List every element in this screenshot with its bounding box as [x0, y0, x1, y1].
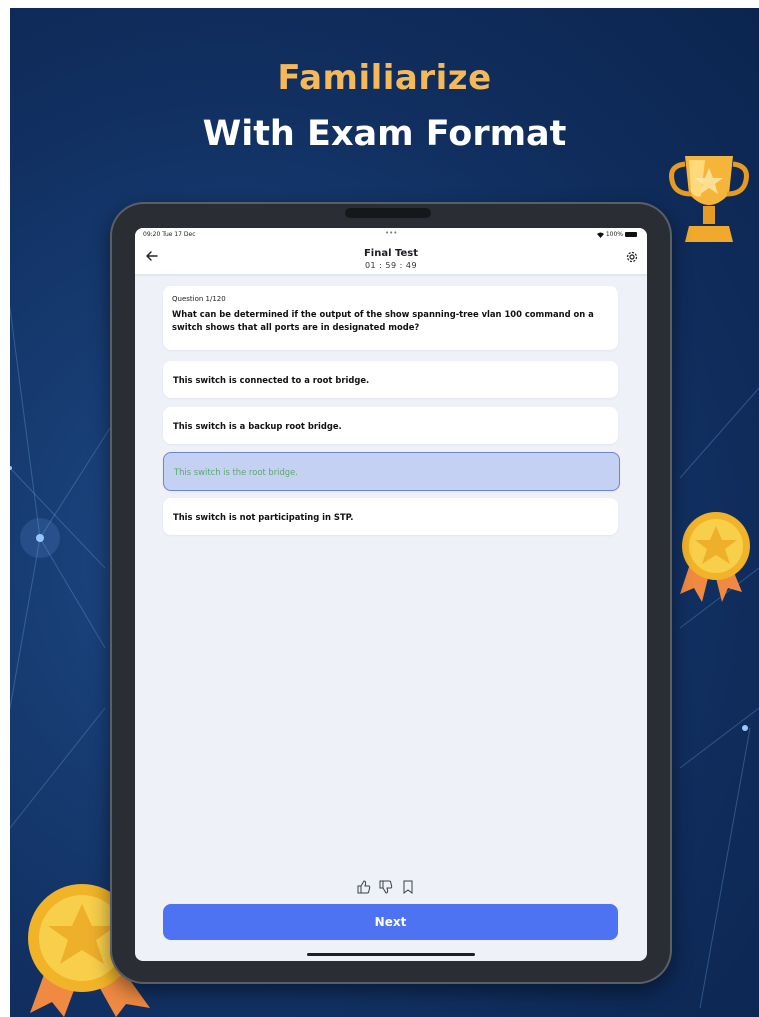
- answer-option[interactable]: This switch is not participating in STP.: [163, 498, 618, 535]
- question-card: Question 1/120 What can be determined if…: [163, 286, 618, 350]
- status-right: 100%: [596, 231, 637, 238]
- question-number: Question 1/120: [172, 295, 226, 303]
- answer-option-label: This switch is connected to a root bridg…: [173, 374, 370, 385]
- medal-icon: [680, 512, 750, 602]
- thumbs-up-icon[interactable]: [357, 880, 371, 894]
- home-indicator: [307, 953, 475, 956]
- answer-option[interactable]: This switch is a backup root bridge.: [163, 407, 618, 444]
- page-title: Final Test: [363, 248, 419, 259]
- headline-highlight: Familiarize: [277, 58, 492, 98]
- trophy-icon: [669, 156, 749, 242]
- answer-option-label: This switch is the root bridge.: [174, 466, 298, 477]
- wifi-icon: [596, 232, 604, 238]
- answer-option-label: This switch is not participating in STP.: [173, 511, 354, 522]
- status-dots: •••: [385, 229, 398, 237]
- gear-icon[interactable]: [625, 250, 639, 264]
- status-bar: 09:20 Tue 17 Dec ••• 100%: [135, 228, 647, 240]
- thumbs-down-icon[interactable]: [379, 880, 393, 894]
- promo-poster: Familiarize With Exam Format 09:20 Tue 1…: [10, 8, 759, 1017]
- next-button[interactable]: Next: [163, 904, 618, 940]
- tablet-frame: 09:20 Tue 17 Dec ••• 100% Final Test 01 …: [110, 202, 672, 984]
- feedback-actions: [357, 880, 415, 894]
- battery-icon: [625, 232, 637, 237]
- camera-bar: [345, 208, 431, 218]
- bookmark-icon[interactable]: [401, 880, 415, 894]
- exam-timer: 01 : 59 : 49: [364, 261, 418, 270]
- nav-bar: Final Test 01 : 59 : 49: [135, 240, 647, 276]
- answer-option-selected[interactable]: This switch is the root bridge.: [163, 452, 620, 491]
- answer-option-label: This switch is a backup root bridge.: [173, 420, 342, 431]
- status-time: 09:20 Tue 17 Dec: [143, 231, 196, 238]
- question-text: What can be determined if the output of …: [172, 309, 594, 332]
- headline-subtitle: With Exam Format: [202, 114, 567, 154]
- app-screen: 09:20 Tue 17 Dec ••• 100% Final Test 01 …: [135, 228, 647, 961]
- battery-percent: 100%: [605, 231, 623, 238]
- answer-option[interactable]: This switch is connected to a root bridg…: [163, 361, 618, 398]
